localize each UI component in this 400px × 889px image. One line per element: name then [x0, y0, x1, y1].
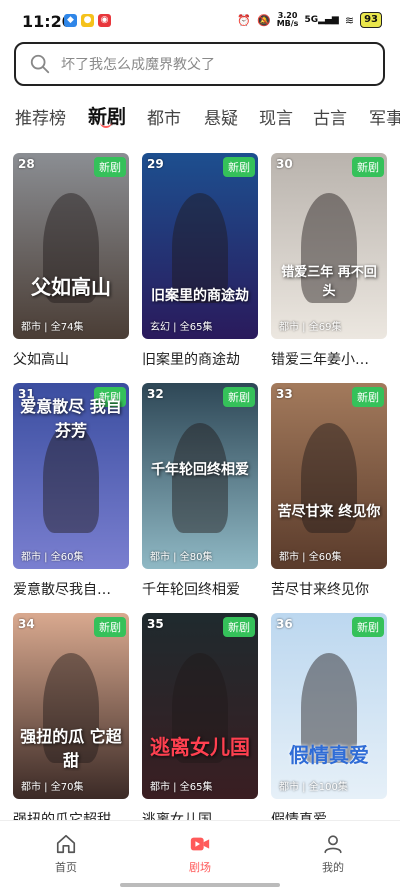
nav-label: 首页: [55, 861, 77, 874]
alarm-icon: ⏰: [237, 13, 251, 27]
wifi-icon: ≋: [344, 13, 355, 27]
bottom-nav: 首页 剧场 我的: [0, 820, 400, 889]
poster-title: 假情真爱: [289, 743, 369, 767]
home-icon: [56, 834, 76, 854]
drama-title[interactable]: 千年轮回终相爱: [142, 579, 260, 599]
drama-poster[interactable]: 33 新剧 苦尽甘来 终见你 都市 | 全60集: [271, 383, 387, 569]
new-badge: 新剧: [352, 157, 384, 177]
drama-title[interactable]: 爱意散尽我自…: [13, 579, 131, 599]
profile-icon: [324, 835, 342, 854]
theater-icon: [190, 837, 210, 851]
new-badge: 新剧: [223, 387, 255, 407]
nav-profile[interactable]: 我的: [303, 833, 363, 875]
signal-label: 5G: [304, 15, 319, 25]
poster-title: 强扭的瓜 它超甜: [20, 727, 122, 770]
drama-card[interactable]: 35 新剧 逃离女儿国 都市 | 全65集 逃离女儿国: [142, 613, 258, 829]
nav-label: 我的: [322, 861, 344, 874]
new-badge: 新剧: [352, 617, 384, 637]
drama-title[interactable]: 错爱三年姜小…: [271, 349, 389, 369]
new-badge: 新剧: [94, 617, 126, 637]
drama-card[interactable]: 30 新剧 错爱三年 再不回头 都市 | 全69集 错爱三年姜小…: [271, 153, 387, 369]
drama-card[interactable]: 34 新剧 强扭的瓜 它超甜 都市 | 全70集 强扭的瓜它超甜: [13, 613, 129, 829]
mute-icon: 🔕: [256, 13, 271, 27]
poster-title: 旧案里的商途劫: [151, 288, 249, 304]
tab-recommend[interactable]: 推荐榜: [15, 104, 66, 129]
rank-number: 35: [147, 617, 164, 631]
drama-title[interactable]: 苦尽甘来终见你: [271, 579, 389, 599]
episode-info: 都市 | 全69集: [279, 322, 342, 333]
tab-military[interactable]: 军事: [369, 104, 400, 129]
nav-label: 剧场: [189, 861, 211, 874]
status-app-icons: ◆ ● ◉: [64, 14, 111, 27]
signal-icon: 5G▂▄▆: [304, 15, 339, 25]
new-badge: 新剧: [352, 387, 384, 407]
search-input[interactable]: 坏了我怎么成魔界教父了: [14, 42, 385, 86]
nav-home[interactable]: 首页: [36, 833, 96, 875]
rank-number: 33: [276, 387, 293, 401]
episode-info: 都市 | 全60集: [279, 552, 342, 563]
drama-card[interactable]: 29 新剧 旧案里的商途劫 玄幻 | 全65集 旧案里的商途劫: [142, 153, 258, 369]
drama-poster[interactable]: 30 新剧 错爱三年 再不回头 都市 | 全69集: [271, 153, 387, 339]
battery-icon: 93: [360, 12, 382, 28]
drama-title[interactable]: 旧案里的商途劫: [142, 349, 260, 369]
nav-theater[interactable]: 剧场: [170, 833, 230, 875]
tab-urban[interactable]: 都市: [147, 104, 181, 129]
home-indicator: [120, 883, 280, 887]
rank-number: 29: [147, 157, 164, 171]
drama-poster[interactable]: 34 新剧 强扭的瓜 它超甜 都市 | 全70集: [13, 613, 129, 799]
net-speed: 3.20 MB/s: [277, 12, 299, 28]
drama-poster[interactable]: 31 新剧 爱意散尽 我自芬芳 都市 | 全60集: [13, 383, 129, 569]
category-tabs: 推荐榜 新剧 都市 悬疑 现言 古言 军事: [0, 96, 400, 136]
rank-number: 34: [18, 617, 35, 631]
rank-number: 32: [147, 387, 164, 401]
app-notification-icon: ●: [81, 14, 94, 27]
tab-suspense[interactable]: 悬疑: [204, 104, 238, 129]
tab-modern-romance[interactable]: 现言: [259, 104, 293, 129]
drama-poster[interactable]: 29 新剧 旧案里的商途劫 玄幻 | 全65集: [142, 153, 258, 339]
tab-ancient-romance[interactable]: 古言: [313, 104, 347, 129]
drama-poster[interactable]: 36 新剧 假情真爱 都市 | 全100集: [271, 613, 387, 799]
episode-info: 都市 | 全74集: [21, 322, 84, 333]
new-badge: 新剧: [223, 617, 255, 637]
poster-title: 逃离女儿国: [150, 735, 250, 759]
new-badge: 新剧: [223, 157, 255, 177]
episode-info: 都市 | 全65集: [150, 782, 213, 793]
net-speed-unit: MB/s: [276, 19, 299, 28]
drama-card[interactable]: 36 新剧 假情真爱 都市 | 全100集 假情真爱: [271, 613, 387, 829]
status-right: ⏰ 🔕 3.20 MB/s 5G▂▄▆ ≋ 93: [237, 12, 382, 28]
search-icon: [30, 54, 50, 74]
poster-title: 苦尽甘来 终见你: [277, 504, 381, 520]
drama-card[interactable]: 31 新剧 爱意散尽 我自芬芳 都市 | 全60集 爱意散尽我自…: [13, 383, 129, 599]
search-placeholder: 坏了我怎么成魔界教父了: [61, 57, 215, 73]
app-notification-icon: ◆: [64, 14, 77, 27]
rank-number: 30: [276, 157, 293, 171]
drama-poster[interactable]: 28 新剧 父如高山 都市 | 全74集: [13, 153, 129, 339]
drama-card[interactable]: 28 新剧 父如高山 都市 | 全74集 父如高山: [13, 153, 129, 369]
drama-title[interactable]: 父如高山: [13, 349, 131, 369]
episode-info: 都市 | 全80集: [150, 552, 213, 563]
drama-poster[interactable]: 35 新剧 逃离女儿国 都市 | 全65集: [142, 613, 258, 799]
poster-title: 父如高山: [31, 275, 111, 299]
status-bar: 11:20 ◆ ● ◉ ⏰ 🔕 3.20 MB/s 5G▂▄▆ ≋ 93: [0, 0, 400, 40]
app-notification-icon: ◉: [98, 14, 111, 27]
poster-title: 错爱三年 再不回头: [281, 265, 377, 299]
episode-info: 都市 | 全70集: [21, 782, 84, 793]
poster-title: 千年轮回终相爱: [151, 462, 249, 478]
episode-info: 玄幻 | 全65集: [150, 322, 213, 333]
poster-title: 爱意散尽 我自芬芳: [20, 397, 122, 440]
rank-number: 36: [276, 617, 293, 631]
new-badge: 新剧: [94, 157, 126, 177]
drama-card[interactable]: 32 新剧 千年轮回终相爱 都市 | 全80集 千年轮回终相爱: [142, 383, 258, 599]
drama-card[interactable]: 33 新剧 苦尽甘来 终见你 都市 | 全60集 苦尽甘来终见你: [271, 383, 387, 599]
episode-info: 都市 | 全100集: [279, 782, 348, 793]
rank-number: 28: [18, 157, 35, 171]
drama-poster[interactable]: 32 新剧 千年轮回终相爱 都市 | 全80集: [142, 383, 258, 569]
episode-info: 都市 | 全60集: [21, 552, 84, 563]
